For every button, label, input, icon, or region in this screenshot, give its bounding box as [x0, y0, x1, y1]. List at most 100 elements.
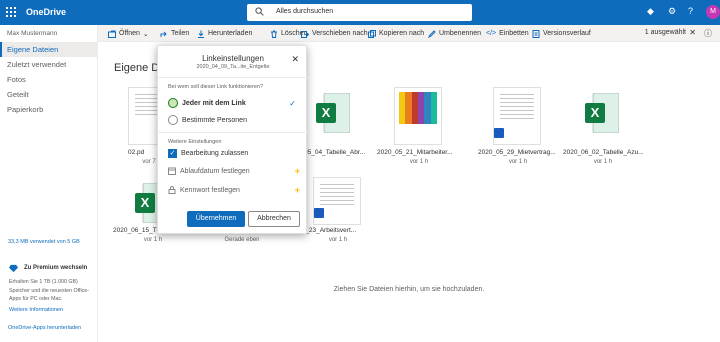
open-button[interactable]: Öffnen ⌄ [108, 28, 149, 39]
more-settings-heading: Weitere Einstellungen [168, 139, 222, 145]
move-icon [301, 30, 309, 38]
copy-to-label: Kopieren nach [379, 30, 425, 37]
file-modified: Gerade eben [224, 237, 260, 243]
share-button[interactable]: Teilen [160, 28, 189, 39]
word-icon [314, 208, 324, 218]
top-bar: OneDrive Alles durchsuchen ◆ ⚙ ? M [0, 0, 720, 25]
file-tile[interactable]: 2020_05_21_Mitarbeiter... vor 1 h [377, 87, 459, 177]
globe-icon [168, 98, 178, 108]
set-password-row[interactable]: Kennwort festlegen + [168, 185, 300, 195]
sidebar-item-shared[interactable]: Geteilt [0, 87, 98, 102]
open-label: Öffnen [119, 30, 140, 37]
search-icon [255, 7, 264, 16]
set-password-label: Kennwort festlegen [180, 186, 240, 194]
avatar[interactable]: M [706, 5, 720, 19]
file-name: 2020_06_02_Tabelle_Azu... [563, 149, 644, 156]
download-apps-link[interactable]: OneDrive-Apps herunterladen [8, 325, 81, 331]
option-anyone-label: Jeder mit dem Link [182, 99, 246, 107]
app-brand[interactable]: OneDrive [26, 7, 66, 17]
dialog-question: Bei wem soll dieser Link funktionieren? [168, 84, 264, 90]
dialog-title: Linkeinstellungen [202, 54, 264, 63]
search-box[interactable]: Alles durchsuchen [247, 4, 472, 21]
file-tile[interactable]: X 2020_06_02_Tabelle_Azu... vor 1 h [563, 87, 644, 177]
divider [158, 132, 308, 133]
download-icon [198, 30, 204, 38]
allow-edit-label: Bearbeitung zulassen [181, 150, 249, 157]
file-thumbnail: X [309, 87, 357, 145]
user-name: Max Mustermann [7, 30, 58, 37]
divider [158, 77, 308, 78]
option-specific-people[interactable]: Bestimmte Personen [168, 113, 300, 127]
sidebar-item-recent[interactable]: Zuletzt verwendet [0, 57, 98, 72]
file-name: 2020_05_29_Mietvertrag... [478, 149, 556, 156]
version-history-label: Versionsverlauf [543, 30, 591, 37]
cancel-button[interactable]: Abbrechen [248, 211, 300, 227]
set-expiry-row[interactable]: Ablaufdatum festlegen + [168, 166, 300, 176]
info-pane-icon[interactable]: ⓘ [704, 28, 712, 39]
selection-count: 1 ausgewählt [644, 29, 686, 36]
download-label: Herunterladen [208, 30, 253, 37]
copy-to-button[interactable]: Kopieren nach [368, 28, 424, 39]
app-launcher-icon[interactable] [6, 7, 16, 17]
excel-icon: X [316, 93, 350, 133]
file-tile[interactable]: 2020_05_29_Mietvertrag... vor 1 h [478, 87, 558, 177]
help-icon[interactable]: ? [688, 6, 693, 16]
rename-button[interactable]: Umbenennen [428, 28, 481, 39]
open-icon [108, 30, 116, 38]
file-modified: vor 1 h [593, 159, 613, 165]
file-name: 06_23_Arbeitsvert... [298, 227, 357, 234]
apply-button[interactable]: Übernehmen [187, 211, 245, 227]
sidebar-item-recycle-bin[interactable]: Papierkorb [0, 102, 98, 117]
calendar-icon [168, 167, 176, 175]
file-modified: vor 1 h [143, 237, 163, 243]
people-icon [168, 115, 178, 125]
file-tile[interactable]: 06_23_Arbeitsvert... vor 1 h [298, 177, 378, 267]
close-icon[interactable]: ✕ [291, 54, 299, 65]
share-label: Teilen [171, 30, 190, 37]
option-specific-label: Bestimmte Personen [182, 116, 247, 124]
file-thumbnail: X [578, 87, 626, 145]
checkbox-checked-icon: ✓ [168, 149, 177, 158]
premium-more-info-link[interactable]: Weitere Informationen [9, 307, 63, 313]
premium-description: Erhalten Sie 1 TB (1.000 GB) Speicher un… [9, 279, 89, 302]
rename-label: Umbenennen [439, 30, 482, 37]
premium-diamond-icon[interactable]: ◆ [647, 6, 654, 17]
upload-drop-hint: Ziehen Sie Dateien hierhin, um sie hochz… [333, 286, 485, 293]
checkmark-icon: ✓ [289, 98, 296, 108]
excel-icon: X [585, 93, 619, 133]
history-icon [532, 29, 540, 38]
sidebar: Max Mustermann Eigene Dateien Zuletzt ve… [0, 25, 98, 342]
sidebar-item-photos[interactable]: Fotos [0, 72, 98, 87]
dialog-file-name: 2020_04_09_Ta...ite_Entgelte [196, 64, 270, 70]
svg-text:X: X [322, 105, 331, 120]
embed-button[interactable]: </> Einbetten [486, 28, 529, 39]
premium-title[interactable]: Zu Premium wechseln [24, 265, 87, 271]
version-history-button[interactable]: Versionsverlauf [532, 28, 591, 39]
command-bar: Öffnen ⌄ Teilen Herunterladen Löschen Ve… [98, 25, 720, 42]
settings-gear-icon[interactable]: ⚙ [668, 6, 676, 17]
file-thumbnail [493, 87, 541, 145]
search-input[interactable]: Alles durchsuchen [276, 8, 333, 15]
lock-icon [168, 186, 176, 194]
svg-text:X: X [141, 195, 150, 210]
embed-label: Einbetten [499, 30, 529, 37]
sidebar-item-my-files[interactable]: Eigene Dateien [0, 42, 98, 57]
rename-icon [428, 29, 436, 38]
allow-edit-checkbox[interactable]: ✓ Bearbeitung zulassen [168, 149, 248, 158]
move-to-button[interactable]: Verschieben nach [301, 28, 368, 39]
storage-quota-link[interactable]: 33,3 MB verwendet von 5 GB [8, 239, 80, 245]
clear-selection-close-icon[interactable]: ✕ [689, 28, 696, 37]
link-settings-dialog: Linkeinstellungen 2020_04_09_Ta...ite_En… [157, 45, 308, 234]
file-modified: vor 1 h [328, 237, 348, 243]
word-icon [494, 128, 504, 138]
trash-icon [271, 30, 277, 38]
svg-text:X: X [591, 105, 600, 120]
copy-icon [368, 29, 376, 38]
option-anyone-with-link[interactable]: Jeder mit dem Link ✓ [168, 96, 300, 110]
file-thumbnail [313, 177, 361, 225]
file-modified: vor 1 h [508, 159, 528, 165]
download-button[interactable]: Herunterladen [197, 28, 252, 39]
file-modified: vor 1 h [409, 159, 429, 165]
file-thumbnail [394, 87, 442, 145]
share-icon [160, 31, 167, 37]
